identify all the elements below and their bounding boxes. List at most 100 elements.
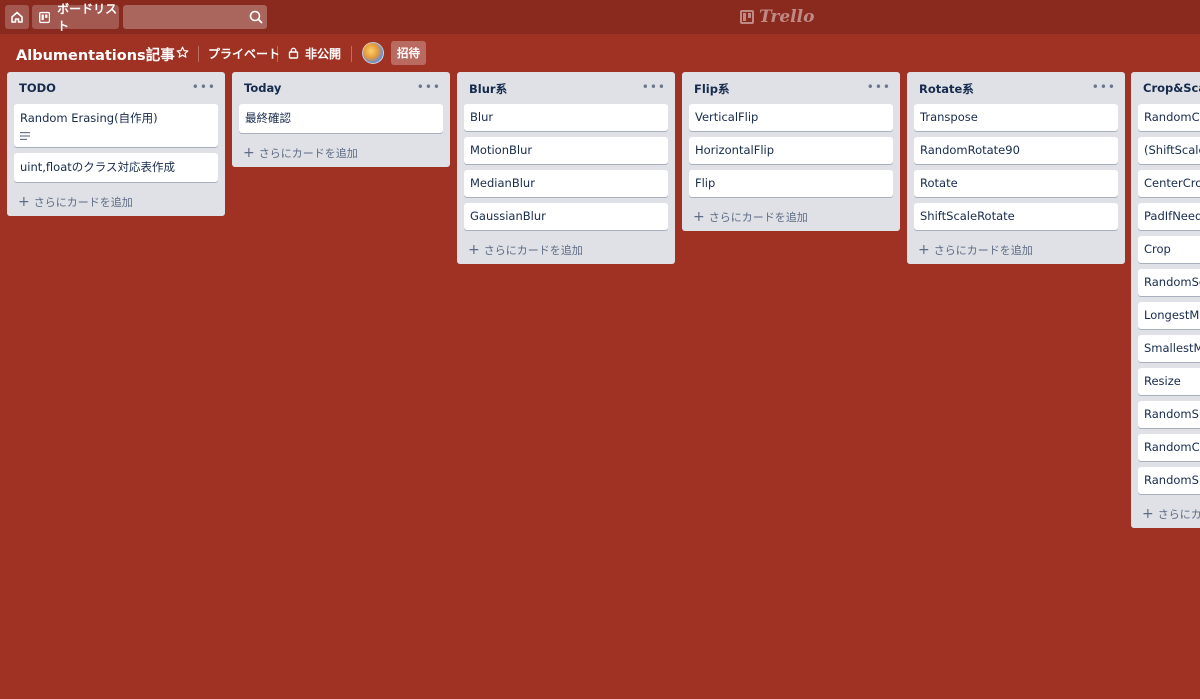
card[interactable]: SmallestMa: [1138, 335, 1200, 362]
add-card-label: さらにカードを追加: [933, 244, 1033, 257]
more-icon[interactable]: •••: [417, 80, 441, 94]
card[interactable]: Random Erasing(自作用): [14, 104, 218, 147]
card-title: RandomRotate90: [920, 143, 1020, 157]
add-card-label: さらにカードを追加: [33, 196, 133, 209]
card-title: Crop: [1144, 242, 1171, 256]
trello-logo[interactable]: Trello: [740, 7, 814, 27]
plus-icon: +: [693, 209, 705, 225]
top-nav-bar: ボードリスト Trello: [0, 0, 1200, 34]
header-divider: [198, 46, 199, 62]
list-rotate: Rotate系 ••• Transpose RandomRotate90 Rot…: [907, 72, 1125, 264]
card[interactable]: (ShiftScale: [1138, 137, 1200, 164]
card[interactable]: Flip: [689, 170, 893, 197]
list-today: Today ••• 最終確認 + さらにカードを追加: [232, 72, 450, 167]
more-icon[interactable]: •••: [642, 80, 666, 94]
card[interactable]: VerticalFlip: [689, 104, 893, 131]
add-card-button[interactable]: + さらにカー: [1138, 500, 1200, 528]
list-title[interactable]: Flip系: [694, 81, 729, 97]
card[interactable]: Resize: [1138, 368, 1200, 395]
list-header: Flip系 •••: [682, 72, 900, 104]
card[interactable]: CenterCrop: [1138, 170, 1200, 197]
card-title: VerticalFlip: [695, 110, 759, 124]
list-header: Today •••: [232, 72, 450, 104]
card[interactable]: uint,floatのクラス対応表作成: [14, 153, 218, 182]
star-icon[interactable]: [176, 46, 189, 59]
card[interactable]: RandomRotate90: [914, 137, 1118, 164]
card[interactable]: HorizontalFlip: [689, 137, 893, 164]
card[interactable]: Crop: [1138, 236, 1200, 263]
card-title: MotionBlur: [470, 143, 533, 157]
add-card-button[interactable]: + さらにカードを追加: [14, 188, 218, 216]
plus-icon: +: [18, 194, 30, 210]
card[interactable]: ShiftScaleRotate: [914, 203, 1118, 230]
privacy-label: 非公開: [305, 46, 342, 61]
add-card-label: さらにカー: [1157, 508, 1200, 521]
card-title: RandomCro: [1144, 110, 1200, 124]
header-divider: [351, 46, 352, 62]
card[interactable]: GaussianBlur: [464, 203, 668, 230]
card[interactable]: MedianBlur: [464, 170, 668, 197]
list-title[interactable]: Today: [244, 81, 281, 95]
card-title: Blur: [470, 110, 494, 124]
list-header: Blur系 •••: [457, 72, 675, 104]
add-card-button[interactable]: + さらにカードを追加: [914, 236, 1118, 264]
list-crop-scale: Crop&Scal RandomCro (ShiftScale CenterCr…: [1131, 72, 1200, 528]
privacy-button[interactable]: 非公開: [288, 42, 341, 64]
boards-button[interactable]: ボードリスト: [32, 2, 119, 33]
search-icon[interactable]: [248, 9, 264, 25]
list-title[interactable]: Crop&Scal: [1143, 81, 1200, 95]
card-title: CenterCrop: [1144, 176, 1200, 190]
card[interactable]: PadIfNeede: [1138, 203, 1200, 230]
visibility-button[interactable]: プライベート: [208, 42, 280, 64]
home-button[interactable]: [5, 5, 29, 29]
list-title[interactable]: Rotate系: [919, 81, 974, 97]
card[interactable]: Rotate: [914, 170, 1118, 197]
card-title: RandomSca: [1144, 275, 1200, 289]
more-icon[interactable]: •••: [1092, 80, 1116, 94]
card-title: Flip: [695, 176, 716, 190]
board-icon: [39, 11, 51, 23]
board-title[interactable]: Albumentations記事: [16, 44, 175, 65]
list-todo: TODO ••• Random Erasing(自作用) uint,floatの…: [7, 72, 225, 216]
card[interactable]: Transpose: [914, 104, 1118, 131]
card-title: LongestMa: [1144, 308, 1200, 322]
invite-button[interactable]: 招待: [391, 41, 426, 65]
card-title: MedianBlur: [470, 176, 535, 190]
card[interactable]: RandomCro: [1138, 434, 1200, 461]
card-title: SmallestMa: [1144, 341, 1200, 355]
visibility-label: プライベート: [208, 46, 281, 61]
more-icon[interactable]: •••: [867, 80, 891, 94]
trello-logo-icon: [740, 10, 754, 24]
card[interactable]: MotionBlur: [464, 137, 668, 164]
add-card-label: さらにカードを追加: [258, 147, 358, 160]
trello-logo-text: Trello: [759, 7, 815, 27]
member-avatar[interactable]: [362, 42, 384, 64]
card[interactable]: RandomSiz: [1138, 401, 1200, 428]
card[interactable]: 最終確認: [239, 104, 443, 133]
card-title: RandomSiz: [1144, 473, 1200, 487]
plus-icon: +: [243, 145, 255, 161]
list-title[interactable]: TODO: [19, 81, 56, 95]
home-icon: [11, 11, 23, 23]
add-card-button[interactable]: + さらにカードを追加: [464, 236, 668, 264]
card-title: GaussianBlur: [470, 209, 546, 223]
card-title: uint,floatのクラス対応表作成: [20, 160, 176, 174]
search-input[interactable]: [123, 5, 267, 29]
card[interactable]: LongestMa: [1138, 302, 1200, 329]
add-card-button[interactable]: + さらにカードを追加: [239, 139, 443, 167]
card[interactable]: Blur: [464, 104, 668, 131]
lock-icon: [288, 47, 299, 59]
more-icon[interactable]: •••: [192, 80, 216, 94]
board-header: Albumentations記事 プライベート 非公開 招待: [0, 34, 1200, 72]
list-header: Crop&Scal: [1131, 72, 1200, 104]
add-card-button[interactable]: + さらにカードを追加: [689, 203, 893, 231]
card-title: Transpose: [920, 110, 978, 124]
list-title[interactable]: Blur系: [469, 81, 507, 97]
card-title: RandomCro: [1144, 440, 1200, 454]
card[interactable]: RandomSca: [1138, 269, 1200, 296]
card[interactable]: RandomCro: [1138, 104, 1200, 131]
card-title: (ShiftScale: [1144, 143, 1200, 157]
card[interactable]: RandomSiz: [1138, 467, 1200, 494]
list-flip: Flip系 ••• VerticalFlip HorizontalFlip Fl…: [682, 72, 900, 231]
add-card-label: さらにカードを追加: [483, 244, 583, 257]
